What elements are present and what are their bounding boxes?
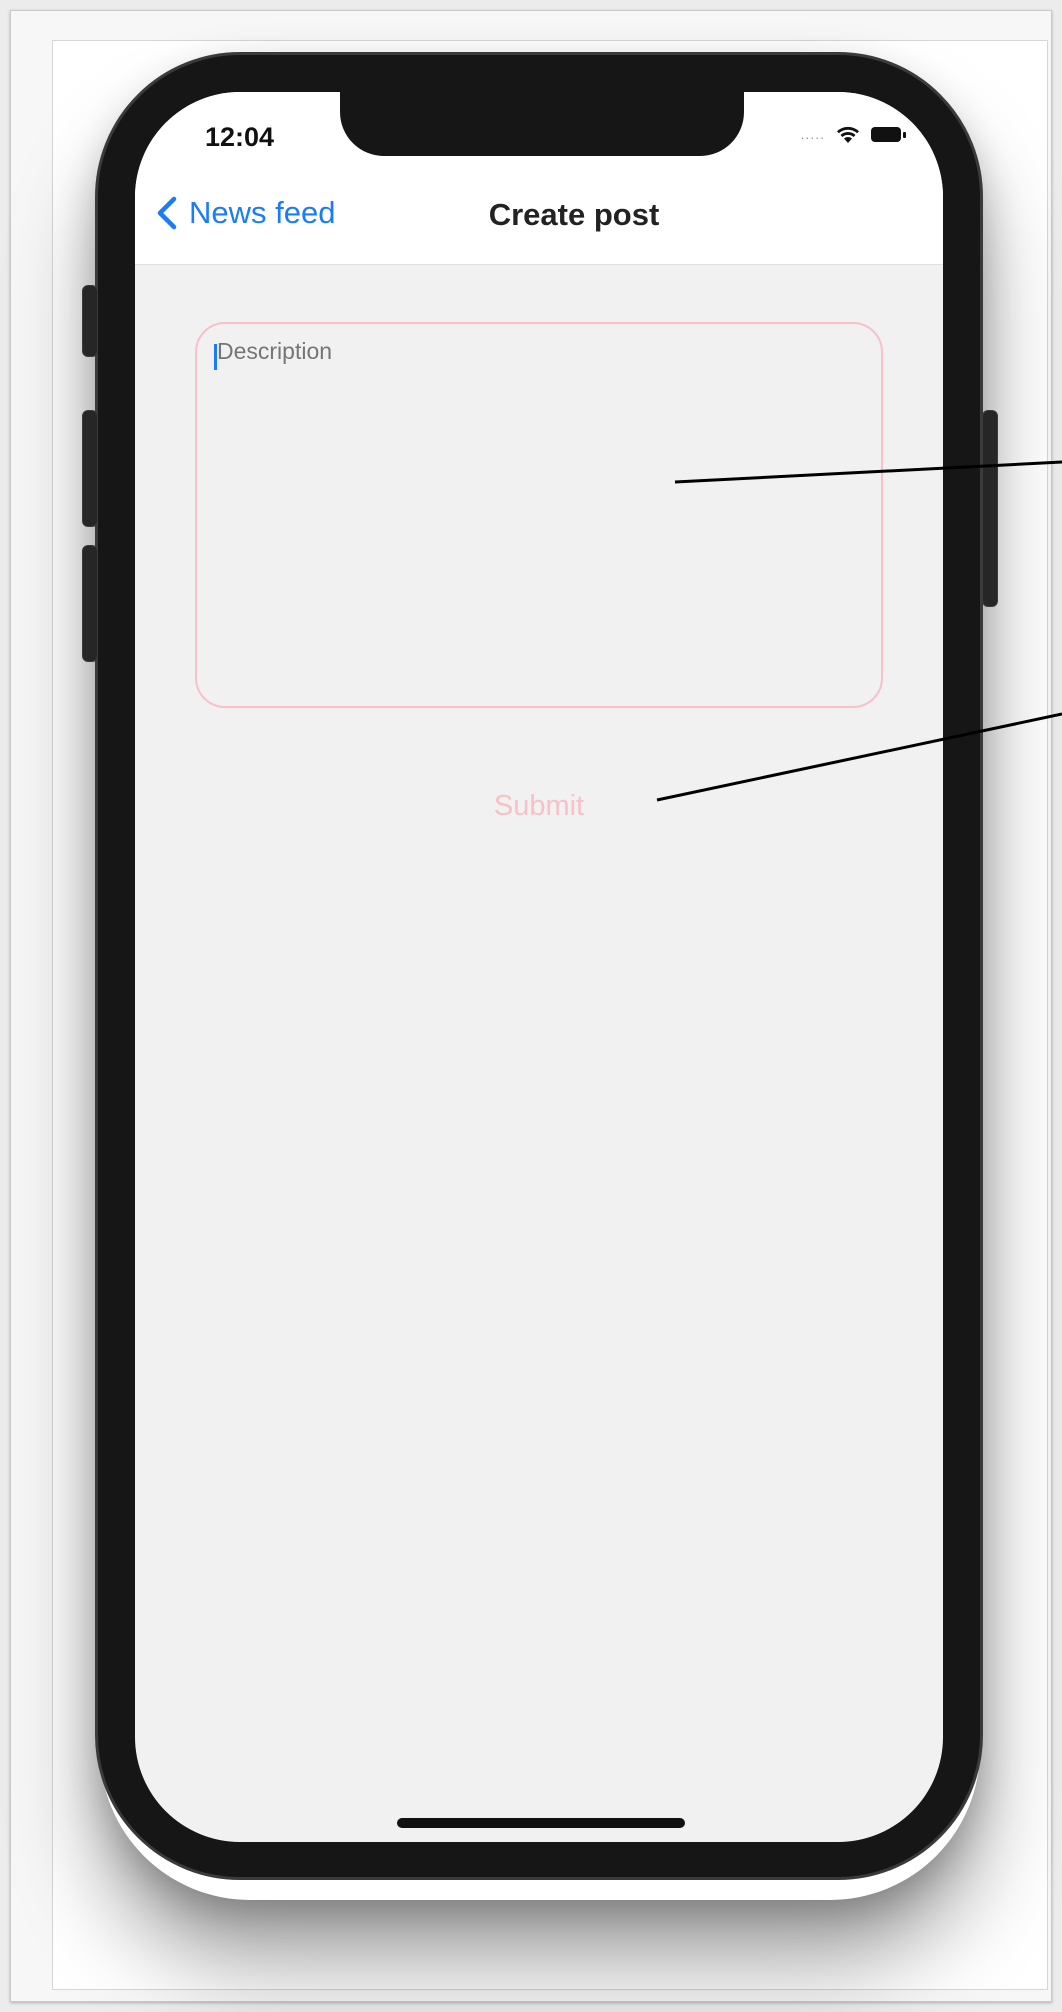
submit-button[interactable]: Submit — [135, 790, 943, 823]
volume-up-button — [82, 410, 98, 527]
volume-down-button — [82, 545, 98, 662]
canvas: 12:04 ..... News feed Create post Descri… — [0, 0, 1062, 2012]
signal-dots: ..... — [800, 126, 825, 142]
phone-screen: 12:04 ..... News feed Create post Descri… — [135, 92, 943, 1842]
notch — [340, 92, 744, 156]
power-button — [982, 410, 998, 607]
text-cursor — [214, 344, 217, 370]
status-time: 12:04 — [205, 122, 275, 152]
wifi-icon — [837, 126, 859, 143]
page-title: Create post — [488, 197, 660, 232]
description-field[interactable] — [195, 322, 883, 708]
battery-icon — [871, 126, 906, 142]
silent-switch — [82, 285, 98, 357]
status-indicators: ..... — [800, 124, 906, 144]
home-indicator — [397, 1818, 685, 1828]
